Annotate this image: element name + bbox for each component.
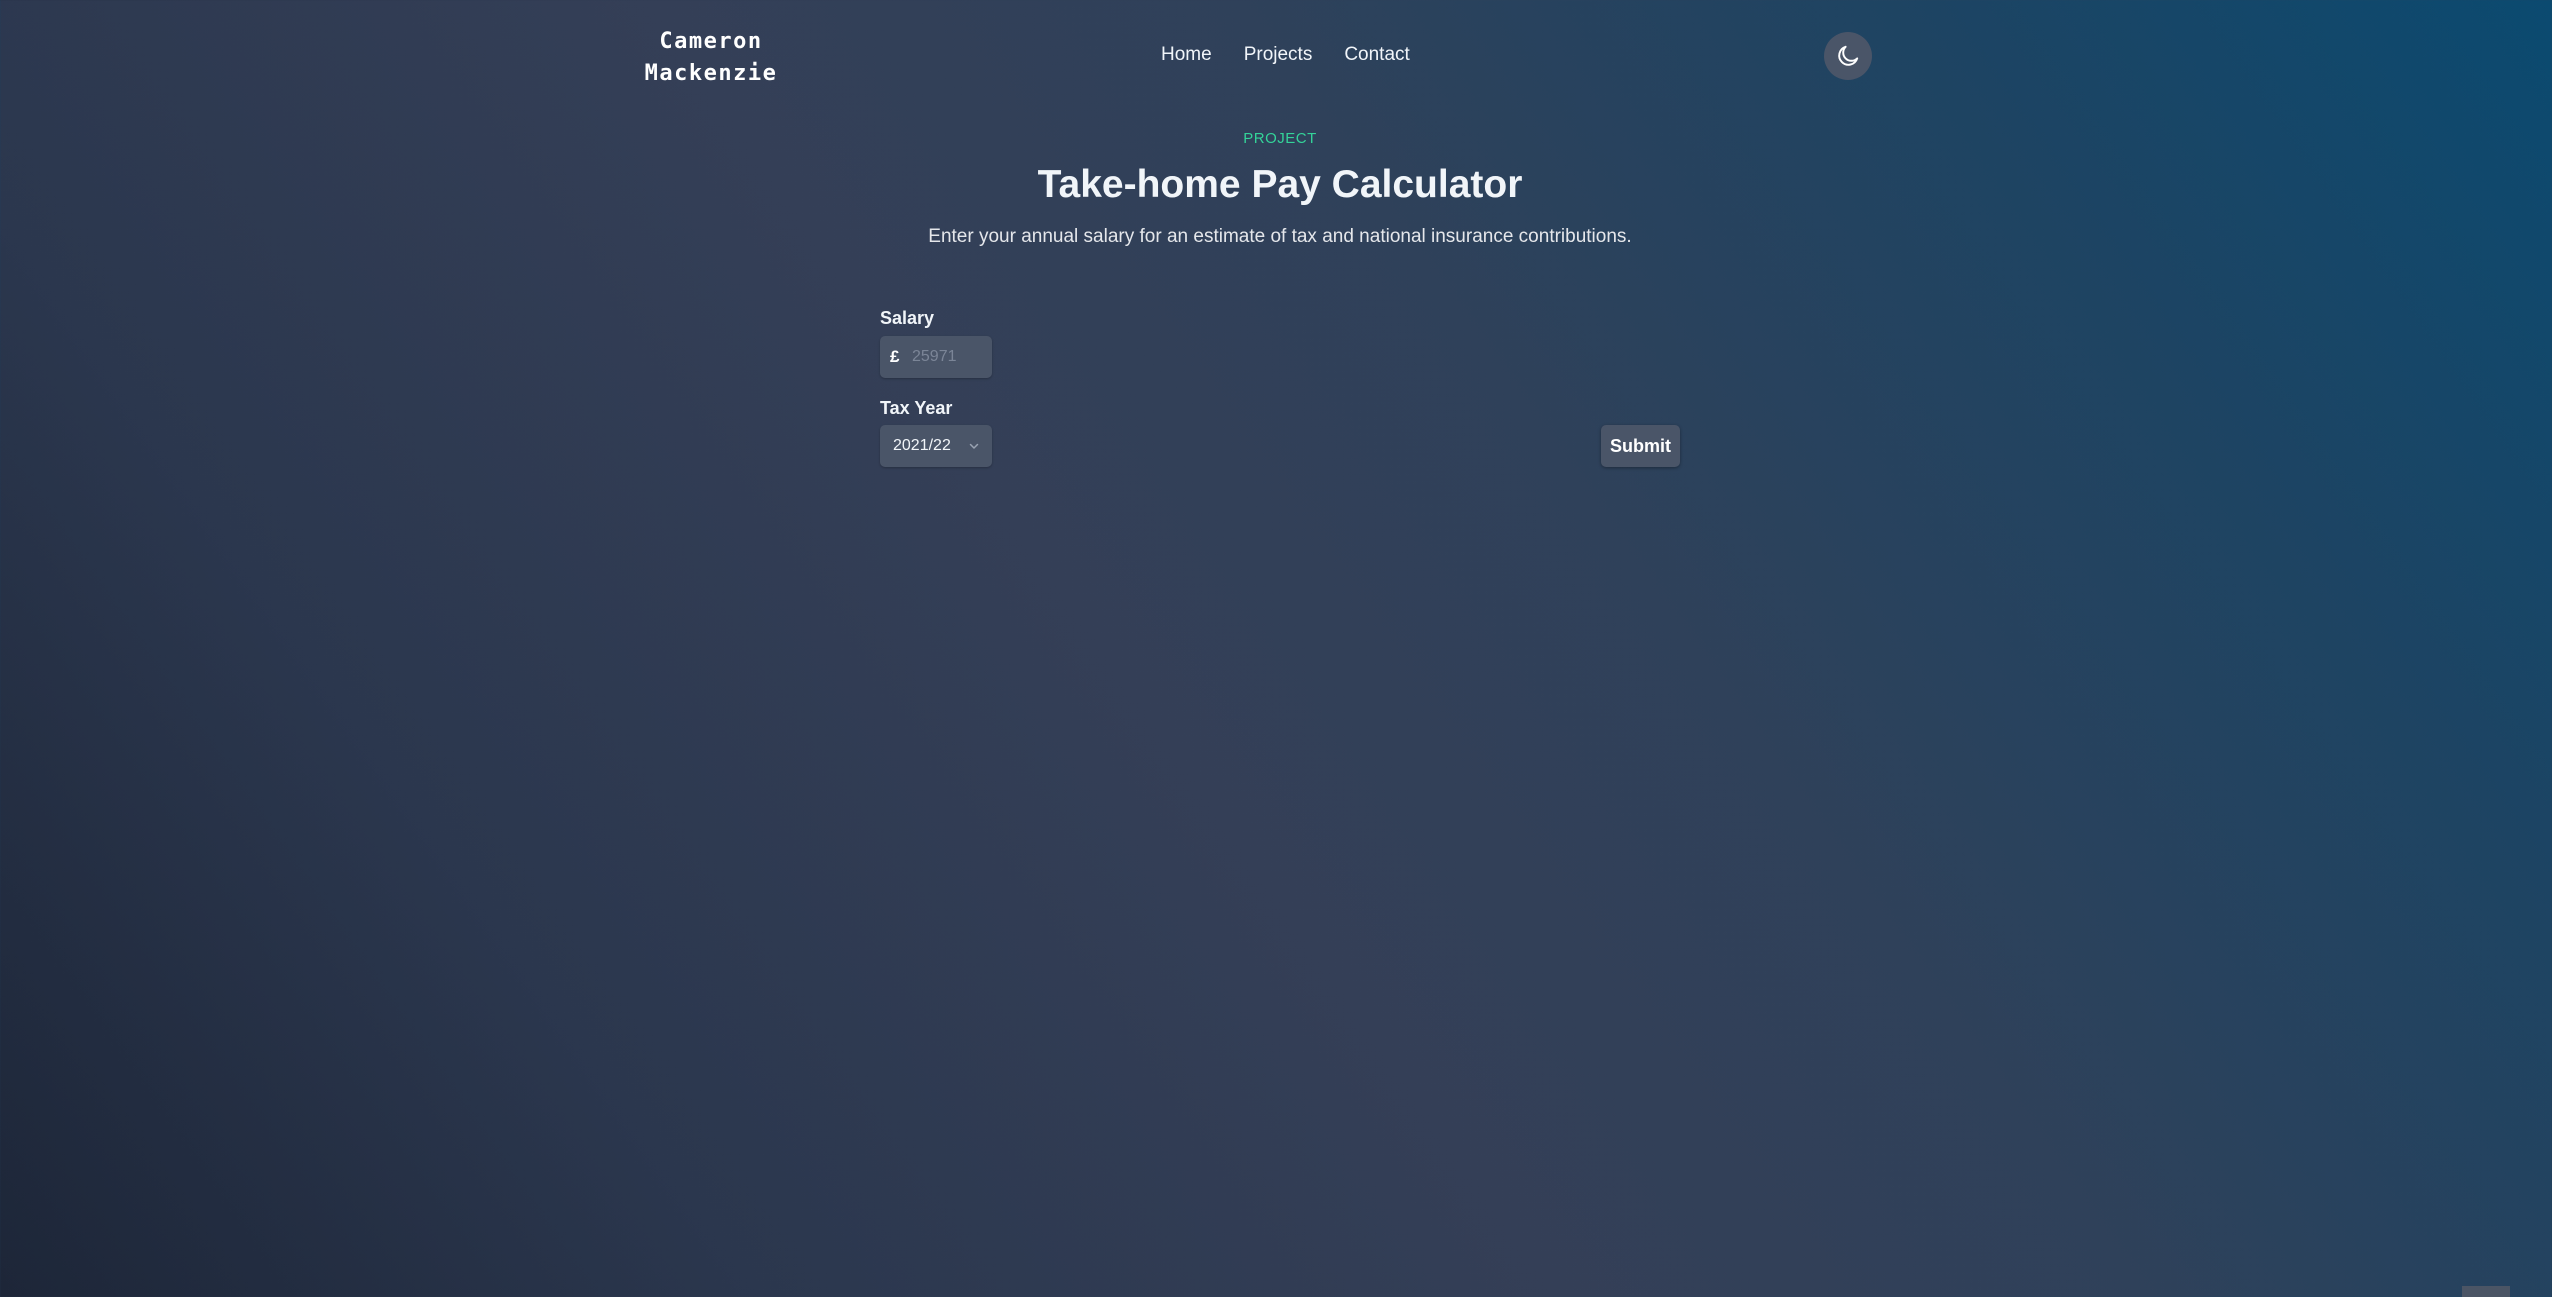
- logo-last-name: Mackenzie: [644, 61, 778, 86]
- salary-label: Salary: [880, 308, 935, 328]
- moon-icon: [1838, 45, 1859, 66]
- tax-year-selected-value: 2021/22: [893, 437, 951, 454]
- salary-field: £: [880, 336, 992, 378]
- tax-year-label: Tax Year: [880, 398, 953, 418]
- tax-year-select[interactable]: 2021/22: [880, 425, 992, 467]
- corner-tab[interactable]: [2462, 1286, 2510, 1297]
- submit-button[interactable]: Submit: [1601, 425, 1680, 467]
- page-title: Take-home Pay Calculator: [1037, 163, 1523, 206]
- page-description: Enter your annual salary for an estimate…: [928, 226, 1632, 247]
- section-eyebrow: PROJECT: [1243, 130, 1317, 147]
- nav-projects-link[interactable]: Projects: [1244, 44, 1313, 66]
- logo-first-name: Cameron: [659, 29, 763, 54]
- nav-contact-link[interactable]: Contact: [1344, 44, 1409, 66]
- main-nav: Home Projects Contact: [1161, 44, 1410, 66]
- site-logo[interactable]: Cameron Mackenzie: [641, 26, 781, 90]
- theme-toggle-button[interactable]: [1824, 32, 1872, 80]
- chevron-down-icon: [969, 443, 979, 449]
- currency-symbol: £: [890, 347, 900, 366]
- nav-home-link[interactable]: Home: [1161, 44, 1212, 66]
- page: Cameron Mackenzie Home Projects Contact …: [0, 0, 2552, 1297]
- salary-input[interactable]: [912, 348, 984, 366]
